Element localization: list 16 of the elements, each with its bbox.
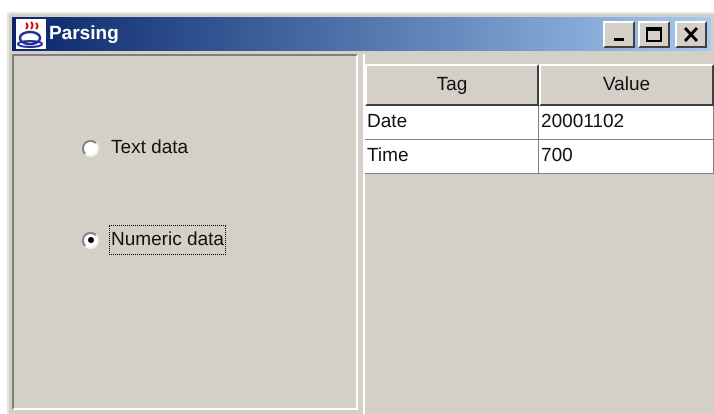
radio-label[interactable]: Text data bbox=[109, 132, 190, 164]
close-button[interactable] bbox=[675, 20, 707, 48]
radio-button[interactable] bbox=[82, 232, 99, 248]
table-cell: Date bbox=[365, 106, 539, 140]
column-header[interactable]: Value bbox=[539, 64, 714, 106]
close-icon bbox=[683, 26, 699, 42]
minimize-button[interactable] bbox=[603, 20, 635, 48]
java-cup-icon bbox=[16, 19, 46, 49]
maximize-button[interactable] bbox=[638, 20, 670, 48]
radio-button[interactable] bbox=[82, 140, 99, 156]
table-cell: 20001102 bbox=[539, 106, 714, 140]
table-cell: 700 bbox=[539, 140, 714, 174]
radio-label[interactable]: Numeric data bbox=[109, 224, 226, 256]
table-cell: Time bbox=[365, 140, 539, 174]
column-header[interactable]: Tag bbox=[365, 64, 539, 106]
window-title: Parsing bbox=[49, 22, 119, 46]
